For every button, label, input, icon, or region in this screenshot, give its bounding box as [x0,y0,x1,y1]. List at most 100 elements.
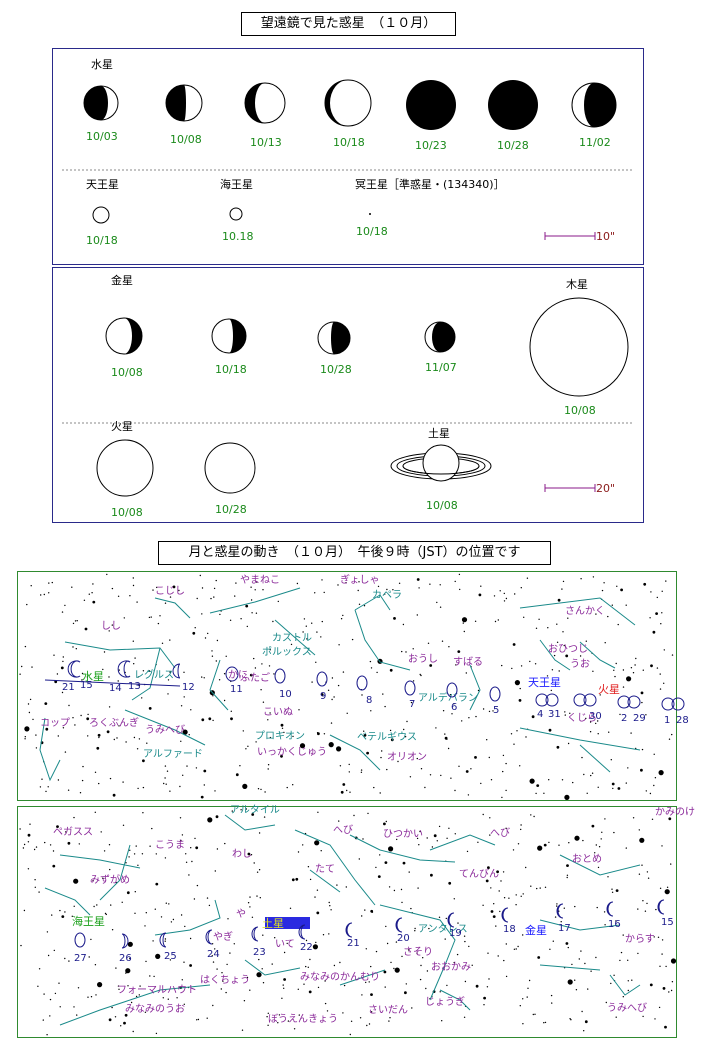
background-star [349,1033,351,1036]
background-star [635,657,637,660]
background-star [482,813,484,816]
background-star [193,898,196,900]
background-star [557,598,561,602]
background-star [438,916,441,918]
planet-venus-map: 金星 [525,923,547,937]
background-star [311,681,313,683]
background-star [584,962,586,965]
background-star [451,713,453,715]
background-star [148,616,151,619]
background-star [361,915,363,917]
con-umihebi: うみへび [145,724,185,736]
background-star [88,956,90,958]
background-star [429,583,431,585]
background-star [608,731,610,733]
background-star [436,601,438,604]
background-star [152,940,154,942]
background-star [133,736,136,739]
background-star [548,728,552,732]
saturn-date: 10/08 [426,499,458,512]
background-star [575,989,578,991]
background-star [154,908,156,910]
background-star [418,587,420,589]
background-star [116,737,118,739]
background-star [659,887,662,889]
background-star [649,983,653,987]
moon-day-31: 31 [548,709,561,720]
star-altair: アルタイル [230,804,280,816]
background-star [296,582,299,585]
background-star [98,782,100,785]
background-star [401,650,403,653]
background-star [44,702,48,705]
background-star [73,905,75,907]
background-star [108,844,111,846]
background-star [402,861,406,865]
background-star [342,783,346,786]
background-star [48,582,50,584]
background-star [438,825,441,828]
background-star [595,844,597,846]
background-star [468,945,470,948]
background-star [218,679,221,681]
background-star [142,812,144,814]
background-star [260,788,262,791]
background-star [505,597,508,600]
background-star [534,1013,536,1015]
moon-day-28: 28 [676,715,689,726]
background-star [312,944,318,950]
background-star [627,767,629,769]
background-star [572,781,574,784]
planet-diagram: 水星 10/03 10/08 10/13 10/18 10/23 10/28 1… [19,58,695,1036]
background-star [517,843,520,845]
background-star [586,792,588,794]
con-pegasus: ペガスス [53,826,93,838]
background-star [410,907,412,910]
background-star [512,849,515,851]
background-star [153,975,155,978]
moon-day-26: 26 [119,953,132,964]
background-star [425,987,427,990]
con-uo: うお [570,658,590,670]
background-star [393,889,396,892]
mercury-date-1: 10/03 [86,130,118,143]
background-star [650,664,653,668]
moon-day-6: 6 [451,702,457,713]
background-star [145,912,147,914]
background-star [159,615,161,617]
background-star [128,856,130,858]
background-star [359,1017,362,1019]
background-star [536,784,540,787]
background-star [637,908,639,910]
background-star [160,916,163,918]
background-star [480,782,482,785]
background-star [204,637,207,639]
background-star [235,582,237,584]
background-star [164,940,166,942]
background-star [215,660,217,662]
background-star [98,736,100,739]
background-star [418,844,420,846]
background-star [90,996,93,998]
pluto-date: 10/18 [356,225,388,238]
background-star [543,1022,545,1024]
background-star [242,730,244,732]
background-star [247,902,250,904]
background-star [457,650,461,653]
background-star [305,965,307,968]
background-star [93,905,95,908]
background-star [622,934,624,936]
background-star [97,982,103,988]
background-star [62,660,64,663]
background-star [208,717,212,721]
background-star [465,672,467,674]
star-alphard: アルファード [143,749,203,760]
con-jougi: じょうぎ [425,995,465,1008]
background-star [655,612,658,615]
planet-neptune-map: 海王星 [72,914,105,928]
background-star [583,1030,585,1032]
background-star [283,978,286,981]
venus-date-4: 11/07 [425,361,457,374]
background-star [408,871,410,873]
background-star [73,878,79,884]
